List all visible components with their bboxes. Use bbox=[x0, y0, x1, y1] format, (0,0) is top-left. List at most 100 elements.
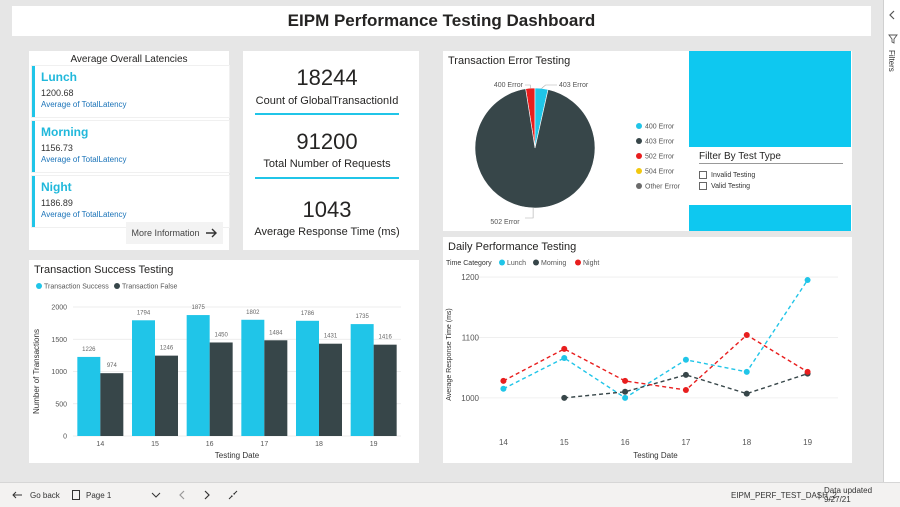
bar bbox=[350, 324, 374, 436]
data-point bbox=[561, 345, 568, 352]
data-point bbox=[743, 368, 750, 375]
kpi-total-requests-label: Total Number of Requests bbox=[263, 158, 391, 170]
data-label: 1786 bbox=[301, 311, 315, 317]
filter-icon bbox=[888, 34, 898, 44]
x-axis-title: Testing Date bbox=[633, 451, 678, 460]
legend-title: Time Category bbox=[446, 260, 492, 267]
x-tick-label: 18 bbox=[742, 438, 751, 447]
filter-title: Filter By Test Type bbox=[699, 151, 781, 162]
kpi-divider bbox=[255, 113, 399, 115]
data-label: 1246 bbox=[160, 346, 174, 352]
kpi-transaction-count: 18244 bbox=[296, 65, 358, 90]
bar bbox=[155, 355, 178, 436]
legend-label: 403 Error bbox=[645, 139, 675, 146]
latency-name: Night bbox=[41, 180, 72, 194]
bar bbox=[241, 319, 265, 436]
status-bar: Go back Page 1 EIPM_PERF_TEST_DASH_2 | D… bbox=[0, 482, 900, 507]
y-tick-label: 1000 bbox=[51, 369, 67, 376]
filter-option-valid[interactable]: Valid Testing bbox=[699, 182, 750, 190]
legend-marker bbox=[636, 138, 642, 144]
legend-marker bbox=[533, 259, 539, 266]
filter-option-label: Valid Testing bbox=[711, 182, 751, 190]
y-tick-label: 2000 bbox=[51, 305, 67, 312]
more-information-label: More Information bbox=[131, 228, 200, 238]
checkbox[interactable] bbox=[699, 182, 707, 190]
x-tick-label: 15 bbox=[560, 438, 569, 447]
chevron-down-icon[interactable] bbox=[151, 491, 161, 499]
y-tick-label: 1100 bbox=[462, 333, 480, 342]
transaction-success-card: Transaction Success Testing Transaction … bbox=[29, 260, 419, 463]
pie-slice-label: 400 Error bbox=[494, 82, 524, 89]
x-tick-label: 19 bbox=[803, 438, 812, 447]
legend-label: 502 Error bbox=[645, 154, 675, 161]
bar bbox=[264, 340, 288, 436]
data-label: 1450 bbox=[214, 332, 228, 338]
y-tick-label: 500 bbox=[55, 401, 67, 408]
latency-value: 1186.89 bbox=[41, 198, 73, 208]
fit-to-page-icon[interactable] bbox=[228, 490, 238, 500]
latency-value: 1200.68 bbox=[41, 88, 74, 98]
report-name: EIPM_PERF_TEST_DASH_2 bbox=[731, 490, 837, 500]
y-tick-label: 1200 bbox=[461, 273, 479, 282]
kpi-total-requests: 91200 bbox=[296, 129, 358, 154]
latency-name: Morning bbox=[41, 125, 89, 139]
series-line bbox=[503, 334, 808, 391]
latency-measure: Average of TotalLatency bbox=[41, 100, 127, 109]
error-pie-chart: 400 Error 403 Error 502 Error 400 Error 403 … bbox=[474, 82, 681, 226]
previous-page-icon[interactable] bbox=[178, 490, 186, 500]
y-tick-label: 0 bbox=[63, 434, 67, 441]
data-label: 1735 bbox=[355, 314, 369, 320]
x-tick-label: 16 bbox=[621, 438, 630, 447]
legend-label: Night bbox=[583, 260, 599, 267]
bar bbox=[77, 356, 101, 436]
filters-pane[interactable]: Filters bbox=[883, 0, 900, 482]
next-page-icon[interactable] bbox=[203, 490, 211, 500]
daily-performance-card: Daily Performance Testing Time Category L… bbox=[443, 237, 852, 463]
pie-leader-line bbox=[541, 84, 557, 89]
legend-marker bbox=[636, 123, 642, 129]
kpi-divider bbox=[255, 177, 399, 179]
x-tick-label: 17 bbox=[681, 438, 690, 447]
pie-leader-line bbox=[525, 84, 531, 89]
data-point bbox=[743, 332, 750, 339]
data-point bbox=[561, 354, 568, 361]
x-axis-title: Testing Date bbox=[215, 451, 260, 460]
legend-marker bbox=[636, 183, 642, 189]
latency-value: 1156.73 bbox=[41, 143, 73, 153]
filters-pane-label: Filters bbox=[887, 50, 896, 72]
legend-label: Lunch bbox=[507, 260, 526, 267]
bar bbox=[132, 320, 155, 436]
x-tick-label: 14 bbox=[499, 438, 508, 447]
data-label: 1794 bbox=[137, 310, 151, 316]
chevron-left-icon[interactable] bbox=[888, 10, 898, 20]
latency-card-night[interactable]: Night 1186.89 Average of TotalLatency bbox=[32, 176, 229, 227]
go-back-button[interactable]: Go back bbox=[12, 483, 60, 507]
latency-card-morning[interactable]: Morning 1156.73 Average of TotalLatency bbox=[32, 121, 229, 172]
x-tick-label: 16 bbox=[206, 441, 214, 448]
checkbox[interactable] bbox=[699, 171, 707, 179]
arrow-left-icon bbox=[12, 491, 22, 499]
page-selector[interactable]: Page 1 bbox=[72, 483, 111, 507]
data-point bbox=[561, 394, 568, 401]
filter-option-label: Invalid Testing bbox=[711, 171, 756, 179]
data-point bbox=[500, 377, 507, 384]
latency-measure: Average of TotalLatency bbox=[41, 210, 127, 219]
bar bbox=[296, 320, 319, 436]
data-point bbox=[743, 390, 750, 397]
arrow-right-icon bbox=[205, 228, 217, 238]
legend-marker bbox=[36, 283, 42, 289]
filter-option-invalid[interactable]: Invalid Testing bbox=[699, 171, 755, 179]
legend-label: Morning bbox=[541, 260, 566, 267]
legend-label: Transaction Success bbox=[44, 284, 109, 291]
success-bar-chart: Transaction Success Transaction False 0 500… bbox=[32, 283, 401, 460]
latency-card-lunch[interactable]: Lunch 1200.68 Average of TotalLatency bbox=[32, 66, 229, 117]
legend-label: 504 Error bbox=[645, 169, 675, 176]
go-back-label: Go back bbox=[30, 490, 60, 500]
x-tick-label: 15 bbox=[151, 441, 159, 448]
data-label: 1416 bbox=[378, 335, 392, 341]
legend-label: Transaction False bbox=[122, 284, 177, 291]
latency-measure: Average of TotalLatency bbox=[41, 155, 127, 164]
data-point bbox=[622, 377, 629, 384]
data-point bbox=[804, 368, 811, 375]
more-information-button[interactable]: More Information bbox=[126, 222, 223, 244]
